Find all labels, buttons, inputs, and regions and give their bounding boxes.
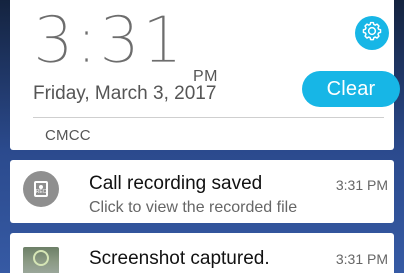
clock-time: 3:31 [33, 4, 185, 78]
quick-settings-panel: 3:31 PM Friday, March 3, 2017 Clear CMCC [10, 0, 400, 150]
notification-subtitle: Click to view the recorded file [89, 199, 298, 216]
thumbnail-ring [33, 250, 49, 266]
notification-time: 3:31 PM [335, 177, 388, 193]
gear-icon [361, 20, 383, 47]
panel-divider [33, 117, 384, 118]
record-icon: REC [23, 171, 59, 207]
clear-button[interactable]: Clear [302, 71, 400, 107]
rec-glyph: REC [34, 181, 48, 197]
carrier-label: CMCC [45, 127, 91, 144]
notification-title: Screenshot captured. [89, 248, 270, 269]
notification-title: Call recording saved [89, 173, 263, 194]
settings-button[interactable] [355, 16, 389, 50]
notification-time: 3:31 PM [335, 251, 388, 267]
clock: 3:31 PM [33, 4, 233, 85]
date-text: Friday, March 3, 2017 [33, 83, 217, 104]
screenshot-thumbnail [23, 247, 59, 273]
